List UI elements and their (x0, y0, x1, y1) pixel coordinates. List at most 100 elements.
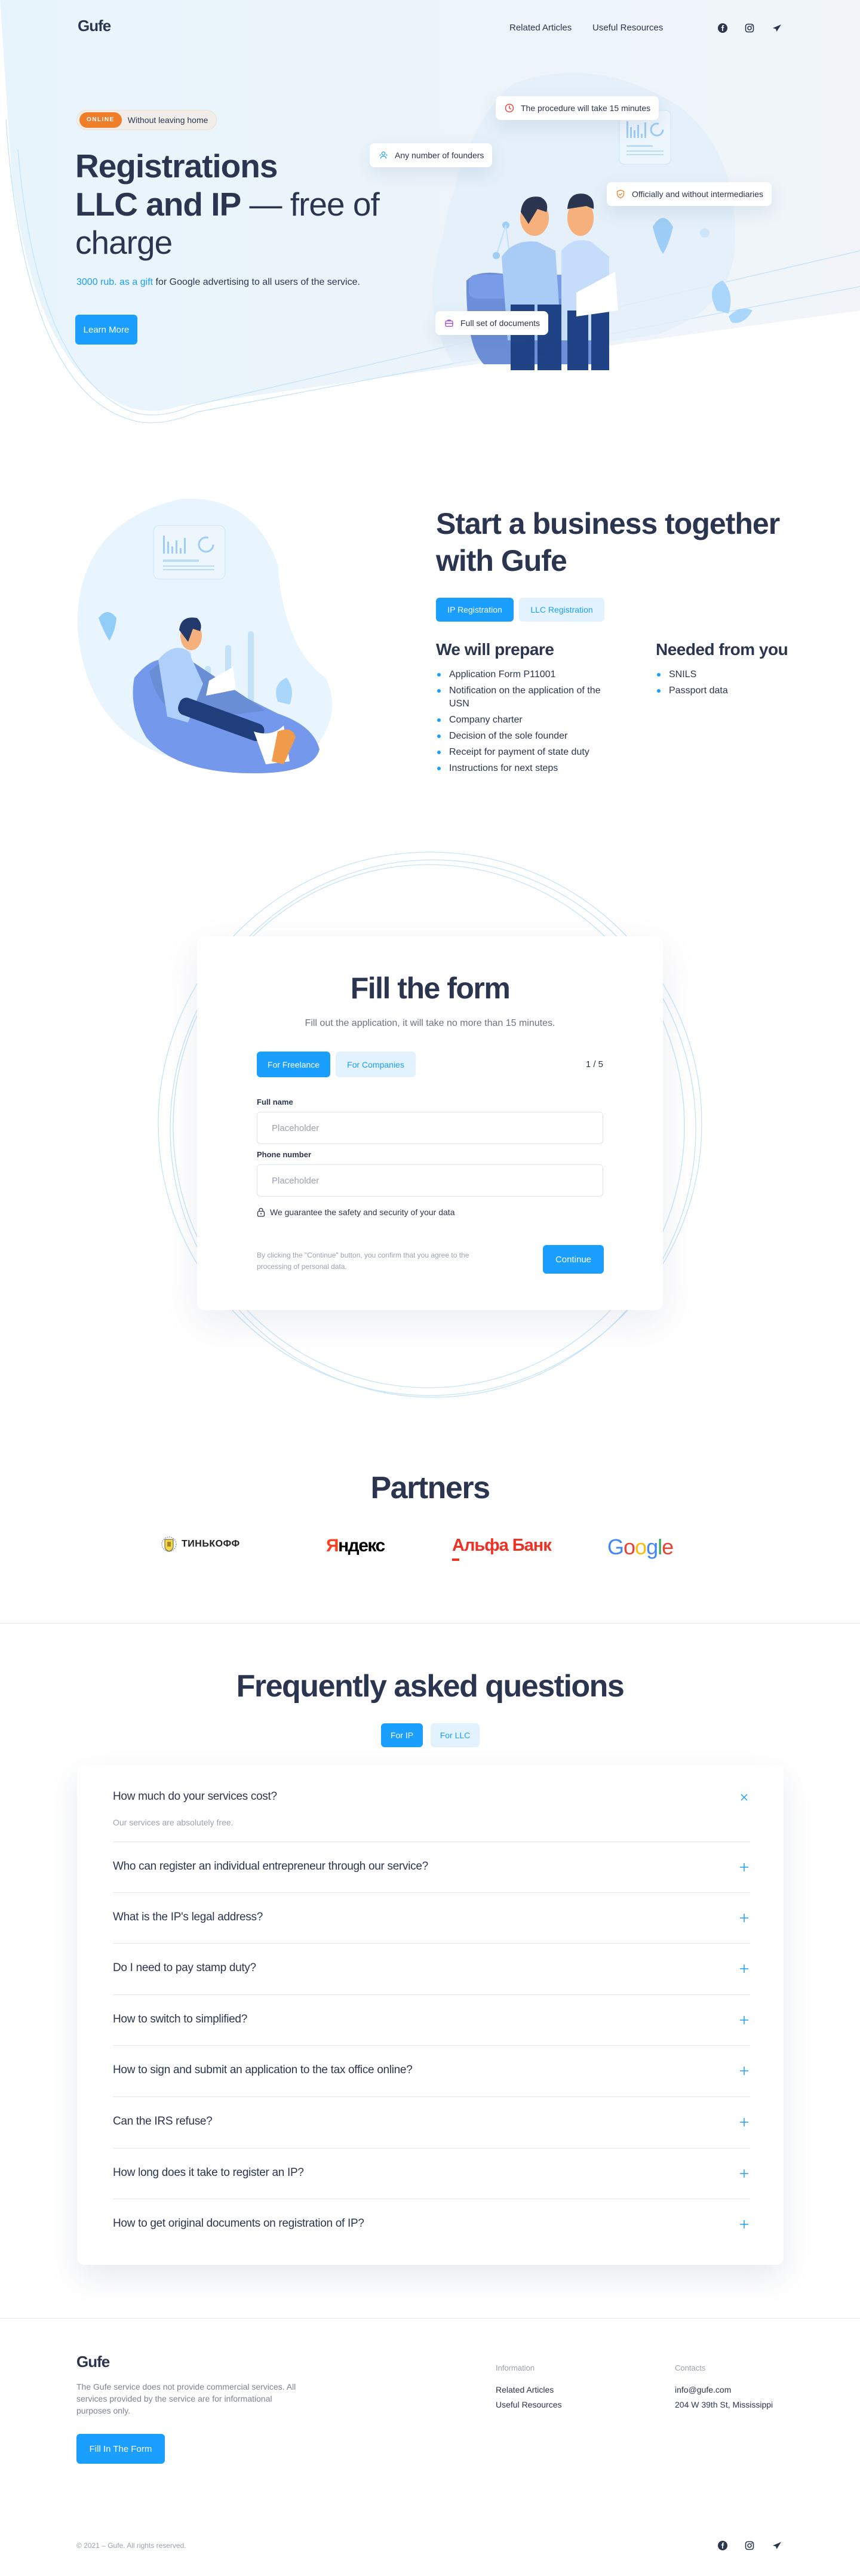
feature-chip-documents: Full set of documents (435, 311, 549, 335)
logo[interactable]: Gufe (78, 17, 111, 35)
prepare-item: Instructions for next steps (436, 762, 609, 775)
business-title: Start a business together with Gufe (436, 505, 780, 579)
footer-logo[interactable]: Gufe (76, 2353, 110, 2371)
briefcase-icon (444, 318, 454, 328)
users-icon (378, 150, 389, 161)
tab-for-freelance[interactable]: For Freelance (257, 1052, 330, 1077)
tinkoff-wordmark: ТИНЬКОФФ (182, 1539, 240, 1549)
hero-subtitle: 3000 rub. as a gift for Google advertisi… (76, 277, 360, 288)
faq-question: Can the IRS refuse? (113, 2115, 213, 2128)
tab-llc-registration[interactable]: LLC Registration (519, 598, 604, 622)
close-icon[interactable] (738, 1791, 750, 1803)
feature-chip-label: Full set of documents (460, 318, 540, 328)
partner-alfa-bank[interactable]: Альфа Банк (452, 1536, 552, 1561)
shield-check-icon (615, 189, 626, 199)
footer-link-useful-resources[interactable]: Useful Resources (496, 2397, 562, 2412)
faq-item[interactable]: Do I need to pay stamp duty? (113, 1944, 750, 1995)
feature-chip-official: Officially and without intermediaries (607, 182, 772, 206)
faq-item[interactable]: How to switch to simplified? (113, 1995, 750, 2046)
instagram-icon[interactable] (743, 2539, 756, 2552)
faq-item[interactable]: What is the IP's legal address? (113, 1893, 750, 1944)
clock-icon (504, 103, 515, 113)
footer-contacts-heading: Contacts (675, 2363, 706, 2372)
form-subtitle: Fill out the application, it will take n… (305, 1018, 555, 1028)
google-letter: o (635, 1535, 647, 1559)
footer-link-related-articles[interactable]: Related Articles (496, 2383, 554, 2397)
online-badge: ONLINE (79, 112, 122, 128)
faq-item[interactable]: Can the IRS refuse? (113, 2097, 750, 2148)
faq-card: How much do your services cost? Our serv… (77, 1765, 784, 2265)
partner-yandex[interactable]: Яндекс (326, 1536, 385, 1556)
plus-icon[interactable] (738, 2014, 750, 2026)
fill-in-form-button[interactable]: Fill In The Form (76, 2434, 165, 2464)
form-step-counter: 1 / 5 (585, 1059, 603, 1069)
partners-title: Partners (370, 1471, 491, 1505)
google-letter: g (646, 1535, 658, 1559)
full-name-input[interactable] (257, 1112, 603, 1144)
nav-useful-resources[interactable]: Useful Resources (592, 23, 663, 33)
hero-title-line2-bold: LLC and IP (75, 186, 241, 223)
lock-icon (257, 1207, 265, 1217)
feature-chip-label: The procedure will take 15 minutes (521, 103, 651, 113)
faq-item[interactable]: Who can register an individual entrepren… (113, 1842, 750, 1893)
telegram-icon[interactable] (770, 21, 784, 35)
faq-item[interactable]: How to get original documents on registr… (113, 2199, 750, 2251)
nav-related-articles[interactable]: Related Articles (509, 23, 572, 33)
plus-icon[interactable] (738, 2065, 750, 2077)
faq-title: Frequently asked questions (236, 1669, 625, 1704)
instagram-icon[interactable] (743, 21, 756, 35)
faq-tab-for-llc[interactable]: For LLC (431, 1723, 480, 1747)
plus-icon[interactable] (738, 2116, 750, 2128)
facebook-icon[interactable] (716, 2539, 729, 2552)
yandex-wordmark: ндекс (338, 1536, 385, 1556)
business-title-bold: with Gufe (436, 544, 567, 577)
footer-email[interactable]: info@gufe.com (675, 2383, 731, 2397)
partner-tinkoff[interactable]: ТИНЬКОФФ (161, 1533, 240, 1555)
hero-title-line3: charge (75, 224, 173, 261)
footer-address: 204 W 39th St, Mississippi (675, 2400, 773, 2409)
phone-number-label: Phone number (257, 1150, 312, 1159)
prepare-item: Notification on the application of the U… (436, 684, 609, 711)
prepare-heading: We will prepare (436, 640, 554, 659)
needed-heading: Needed from you (656, 640, 788, 659)
phone-number-input[interactable] (257, 1164, 603, 1197)
plus-icon[interactable] (738, 2218, 750, 2230)
plus-icon[interactable] (738, 1912, 750, 1924)
faq-item[interactable]: How much do your services cost? Our serv… (113, 1765, 750, 1842)
tab-for-companies[interactable]: For Companies (336, 1052, 416, 1077)
footer-info-heading: Information (496, 2363, 535, 2372)
alfa-bank-wordmark: Альфа Банк (452, 1536, 552, 1555)
faq-question: Do I need to pay stamp duty? (113, 1962, 256, 1974)
prepare-item: Company charter (436, 714, 609, 727)
faq-question: What is the IP's legal address? (113, 1911, 263, 1923)
security-note-text: We guarantee the safety and security of … (270, 1207, 455, 1217)
faq-item[interactable]: How long does it take to register an IP? (113, 2148, 750, 2199)
plus-icon[interactable] (738, 2168, 750, 2180)
facebook-icon[interactable] (716, 21, 729, 35)
faq-tab-for-ip[interactable]: For IP (381, 1723, 423, 1747)
relaxing-person-illustration (75, 498, 349, 785)
learn-more-button[interactable]: Learn More (75, 315, 137, 345)
telegram-icon[interactable] (770, 2539, 784, 2552)
online-pill: ONLINE Without leaving home (76, 110, 217, 130)
partner-google[interactable]: Google (607, 1535, 674, 1560)
prepare-list: Application Form P11001 Notification on … (436, 668, 609, 778)
hero-title: Registrations LLC and IP — free of charg… (75, 147, 410, 262)
faq-question: Who can register an individual entrepren… (113, 1860, 428, 1873)
online-pill-text: Without leaving home (127, 115, 208, 125)
continue-button[interactable]: Continue (543, 1245, 604, 1274)
tab-ip-registration[interactable]: IP Registration (436, 598, 514, 622)
gift-highlight[interactable]: 3000 rub. as a gift (76, 277, 153, 287)
faq-item[interactable]: How to sign and submit an application to… (113, 2046, 750, 2097)
footer-description: The Gufe service does not provide commer… (76, 2382, 296, 2415)
needed-item: SNILS (656, 668, 811, 681)
faq-question: How to get original documents on registr… (113, 2217, 364, 2230)
copyright: © 2021 – Gufe. All rights reserved. (76, 2541, 186, 2550)
form-title: Fill the form (350, 972, 511, 1005)
feature-chip-label: Any number of founders (395, 150, 484, 160)
plus-icon[interactable] (738, 1861, 750, 1873)
plus-icon[interactable] (738, 1963, 750, 1975)
google-letter: G (607, 1535, 624, 1559)
full-name-label: Full name (257, 1098, 293, 1106)
security-note: We guarantee the safety and security of … (257, 1207, 454, 1217)
